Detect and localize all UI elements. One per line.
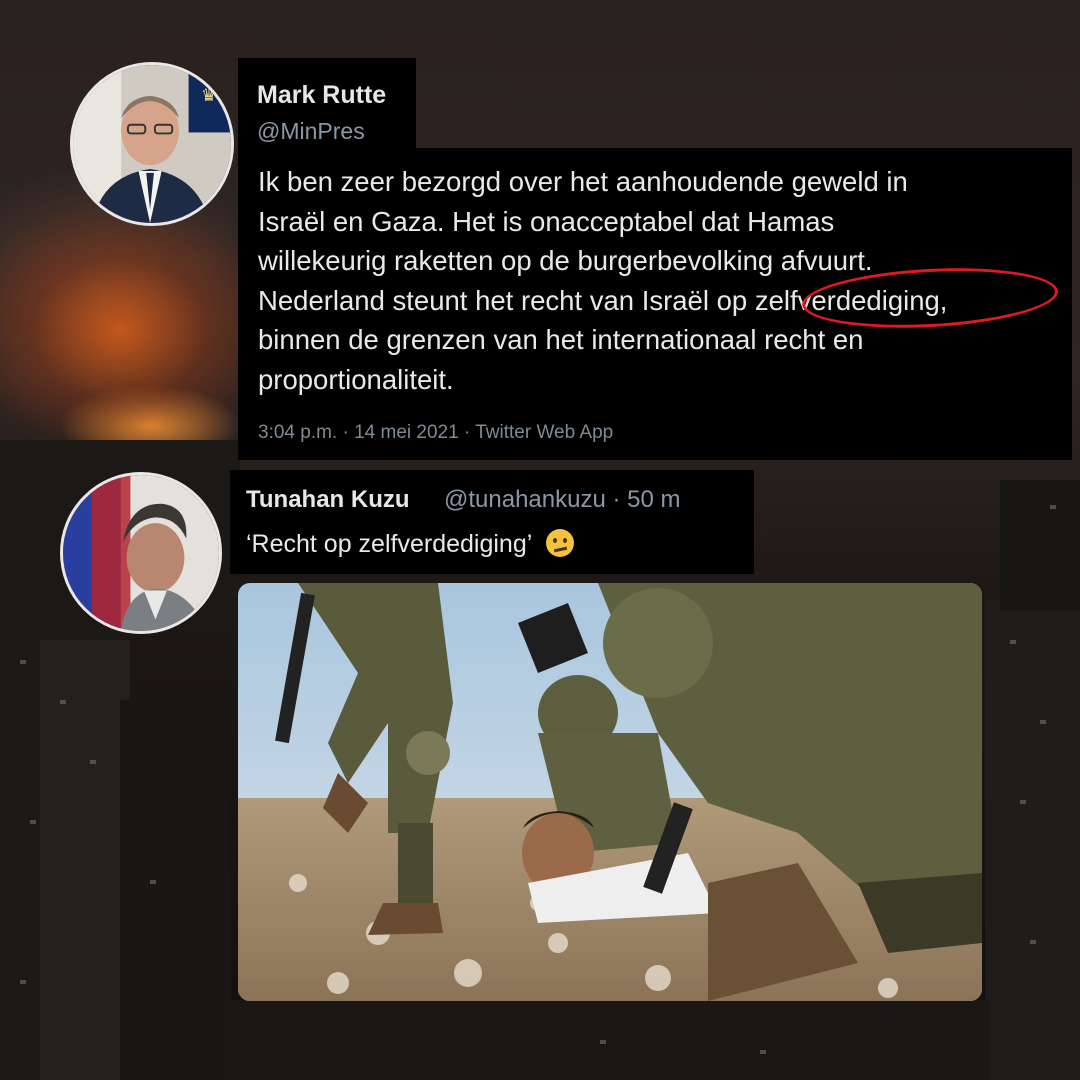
reply-tweet-card: Tunahan Kuzu @tunahankuzu · 50 m ‘Recht …	[230, 470, 754, 574]
tweet-attached-photo[interactable]	[238, 583, 982, 1001]
tweet-line: Israël en Gaza. Het is onacceptabel dat …	[258, 205, 835, 237]
tweet-timestamp[interactable]: 3:04 p.m. · 14 mei 2021 · Twitter Web Ap…	[258, 422, 613, 444]
author-handle[interactable]: @MinPres	[257, 118, 365, 145]
author-name[interactable]: Mark Rutte	[257, 81, 386, 110]
reply-text: ‘Recht op zelfverdediging’	[246, 529, 575, 559]
author-handle-time[interactable]: @tunahankuzu · 50 m	[444, 486, 681, 514]
tweet-header-card: Mark Rutte @MinPres	[238, 58, 416, 150]
soldiers-arresting-boy-photo	[238, 583, 982, 1001]
government-crest-icon: ♛	[200, 85, 218, 105]
reply-text-content: ‘Recht op zelfverdediging’	[246, 530, 532, 558]
author-name[interactable]: Tunahan Kuzu	[246, 486, 410, 514]
tweet-line: binnen de grenzen van het internationaal…	[258, 324, 864, 355]
tweet-line: willekeurig raketten op de burgerbevolki…	[258, 245, 873, 276]
tweet-line: Ik ben zeer bezorgd over het aanhoudende…	[258, 166, 908, 197]
confused-face-icon	[546, 529, 575, 557]
person-portrait-icon	[63, 475, 219, 631]
tunahan-kuzu-avatar[interactable]	[60, 472, 222, 634]
tweet-line: proportionaliteit.	[258, 363, 454, 395]
mark-rutte-avatar[interactable]: ♛	[70, 62, 234, 226]
